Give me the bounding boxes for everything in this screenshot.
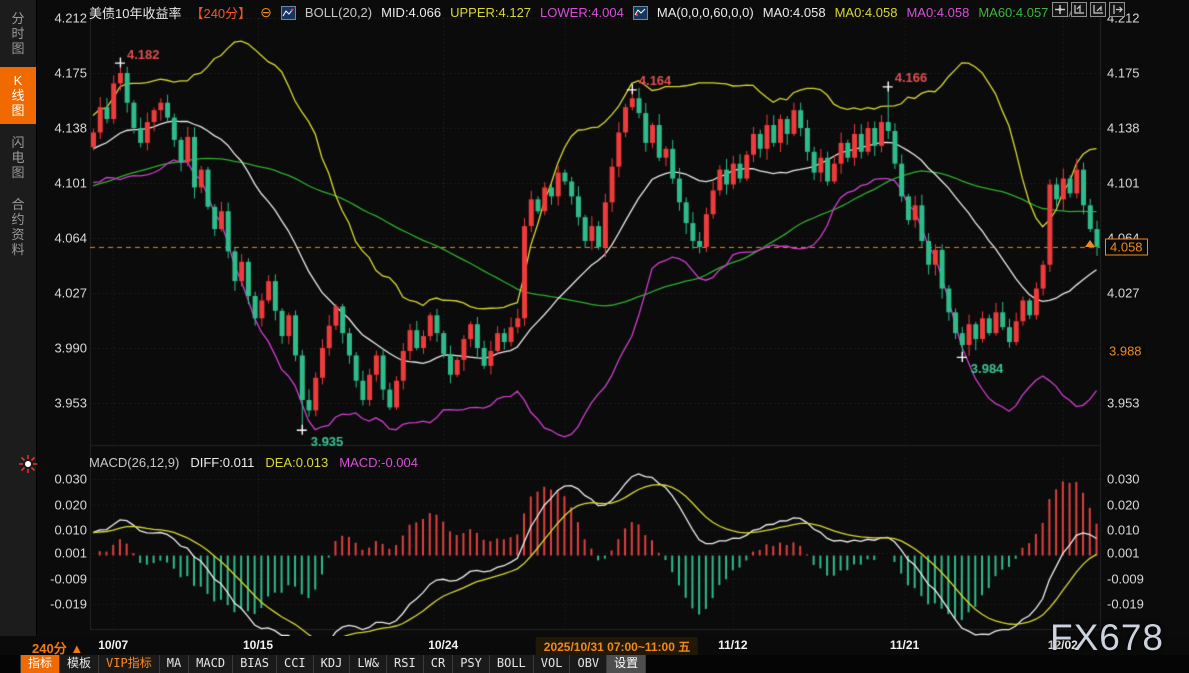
ma0-yellow-value: MA0:4.058 (835, 5, 898, 20)
price-tick-left: 4.101 (41, 176, 87, 191)
toolbar-button-CR[interactable]: CR (424, 655, 453, 673)
time-axis-row: 240分 ▲ 10/0710/1510/2411/1211/2112/02 20… (0, 636, 1189, 655)
macd-label: MACD(26,12,9) (89, 455, 179, 470)
price-tick-left: 3.990 (41, 341, 87, 356)
toolbar-button-VOL[interactable]: VOL (534, 655, 571, 673)
price-tick-left: 4.138 (41, 121, 87, 136)
price-tick-left: 4.175 (41, 66, 87, 81)
pan-move-icon[interactable] (1052, 2, 1068, 17)
price-tick-right: 4.138 (1107, 121, 1177, 136)
macd-dea-value: DEA:0.013 (265, 455, 328, 470)
cursor-date-badge: 2025/10/31 07:00~11:00 五 (536, 637, 698, 656)
macd-diff-value: DIFF:0.011 (190, 455, 254, 470)
macd-tick-right: 0.001 (1107, 546, 1177, 561)
toolbar-button-模板[interactable]: 模板 (60, 655, 99, 673)
macd-tick-right: -0.009 (1107, 571, 1177, 586)
sidebar-tab-0[interactable]: 分时图 (0, 5, 36, 62)
time-tick-label: 11/12 (718, 638, 747, 652)
time-tick-label: 11/21 (890, 638, 919, 652)
ma60-value: MA60:4.057 (978, 5, 1048, 20)
chart-tool-icons (1052, 2, 1125, 17)
macd-header: MACD(26,12,9) DIFF:0.011 DEA:0.013 MACD:… (89, 455, 418, 470)
sidebar-tab-2[interactable]: 闪电图 (0, 129, 36, 186)
macd-tick-left: 0.010 (41, 523, 87, 538)
boll-upper-value: UPPER:4.127 (450, 5, 531, 20)
watermark: FX678 (1050, 617, 1164, 659)
toolbar-button-RSI[interactable]: RSI (387, 655, 424, 673)
price-tick-right: 4.027 (1107, 286, 1177, 301)
macd-tick-left: 0.020 (41, 497, 87, 512)
toolbar-button-指标[interactable]: 指标 (20, 655, 60, 673)
price-tick-left: 4.027 (41, 286, 87, 301)
time-tick-label: 10/07 (98, 638, 128, 652)
toolbar-button-MACD[interactable]: MACD (189, 655, 233, 673)
price-marker-icon (1085, 240, 1095, 247)
toolbar-button-MA[interactable]: MA (160, 655, 189, 673)
macd-tick-right: 0.010 (1107, 523, 1177, 538)
indicator-header: 美债10年收益率 【240分】 ⊖ BOLL(20,2) MID:4.066 U… (89, 3, 1088, 22)
ma0-magenta-value: MA0:4.058 (906, 5, 969, 20)
sidebar-tab-1[interactable]: K线图 (0, 67, 36, 124)
toolbar-button-设置[interactable]: 设置 (607, 655, 646, 673)
axis-scale-right-icon[interactable] (1090, 2, 1106, 17)
toolbar-button-KDJ[interactable]: KDJ (314, 655, 351, 673)
minus-circle-icon[interactable]: ⊖ (260, 4, 272, 21)
ma-indicator-icon[interactable] (633, 6, 648, 20)
macd-tick-left: -0.019 (41, 597, 87, 612)
price-tick-right: 4.101 (1107, 176, 1177, 191)
current-price-badge: 4.058 (1105, 239, 1148, 256)
chart-application-window: 分时图 K线图闪电图合约资料 美债10年收益率 【240分】 ⊖ BOLL(20,… (0, 0, 1189, 673)
ma0-white-value: MA0:4.058 (763, 5, 826, 20)
macd-tick-left: 0.001 (41, 546, 87, 561)
shift-right-icon[interactable] (1109, 2, 1125, 17)
ma-label: MA(0,0,0,60,0,0) (657, 5, 754, 20)
sun-icon[interactable] (19, 455, 37, 473)
macd-tick-left: -0.009 (41, 571, 87, 586)
macd-tick-left: 0.030 (41, 472, 87, 487)
price-tick-right: 3.953 (1107, 396, 1177, 411)
boll-indicator-icon[interactable] (281, 6, 296, 20)
macd-tick-right: 0.020 (1107, 497, 1177, 512)
triangle-up-icon: ▲ (70, 641, 83, 656)
toolbar-button-BIAS[interactable]: BIAS (233, 655, 277, 673)
indicator-toolbar: 指标模板VIP指标MAMACDBIASCCIKDJLW&RSICRPSYBOLL… (0, 655, 1189, 673)
price-tick-right: 4.175 (1107, 66, 1177, 81)
macd-value: MACD:-0.004 (339, 455, 418, 470)
price-tick-left: 4.064 (41, 231, 87, 246)
left-sidebar: 分时图 K线图闪电图合约资料 (0, 0, 37, 636)
boll-lower-value: LOWER:4.004 (540, 5, 624, 20)
time-tick-label: 10/24 (428, 638, 458, 652)
price-tick-left: 4.212 (41, 11, 87, 26)
period-label[interactable]: 【240分】 (190, 3, 251, 22)
toolbar-button-VIP指标[interactable]: VIP指标 (99, 655, 160, 673)
kline-chart-canvas[interactable] (0, 0, 1189, 636)
toolbar-button-PSY[interactable]: PSY (453, 655, 490, 673)
boll-mid-value: MID:4.066 (381, 5, 441, 20)
axis-scale-left-icon[interactable] (1071, 2, 1087, 17)
toolbar-button-CCI[interactable]: CCI (277, 655, 314, 673)
toolbar-button-OBV[interactable]: OBV (570, 655, 607, 673)
macd-tick-right: 0.030 (1107, 472, 1177, 487)
toolbar-button-BOLL[interactable]: BOLL (490, 655, 534, 673)
sidebar-tab-3[interactable]: 合约资料 (0, 191, 36, 263)
toolbar-button-LW&[interactable]: LW& (350, 655, 387, 673)
boll-label: BOLL(20,2) (305, 5, 372, 20)
symbol-title: 美债10年收益率 (89, 3, 181, 22)
price-tick-left: 3.953 (41, 396, 87, 411)
macd-tick-right: -0.019 (1107, 597, 1177, 612)
prev-close-badge: 3.988 (1106, 344, 1145, 359)
time-tick-label: 10/15 (243, 638, 273, 652)
